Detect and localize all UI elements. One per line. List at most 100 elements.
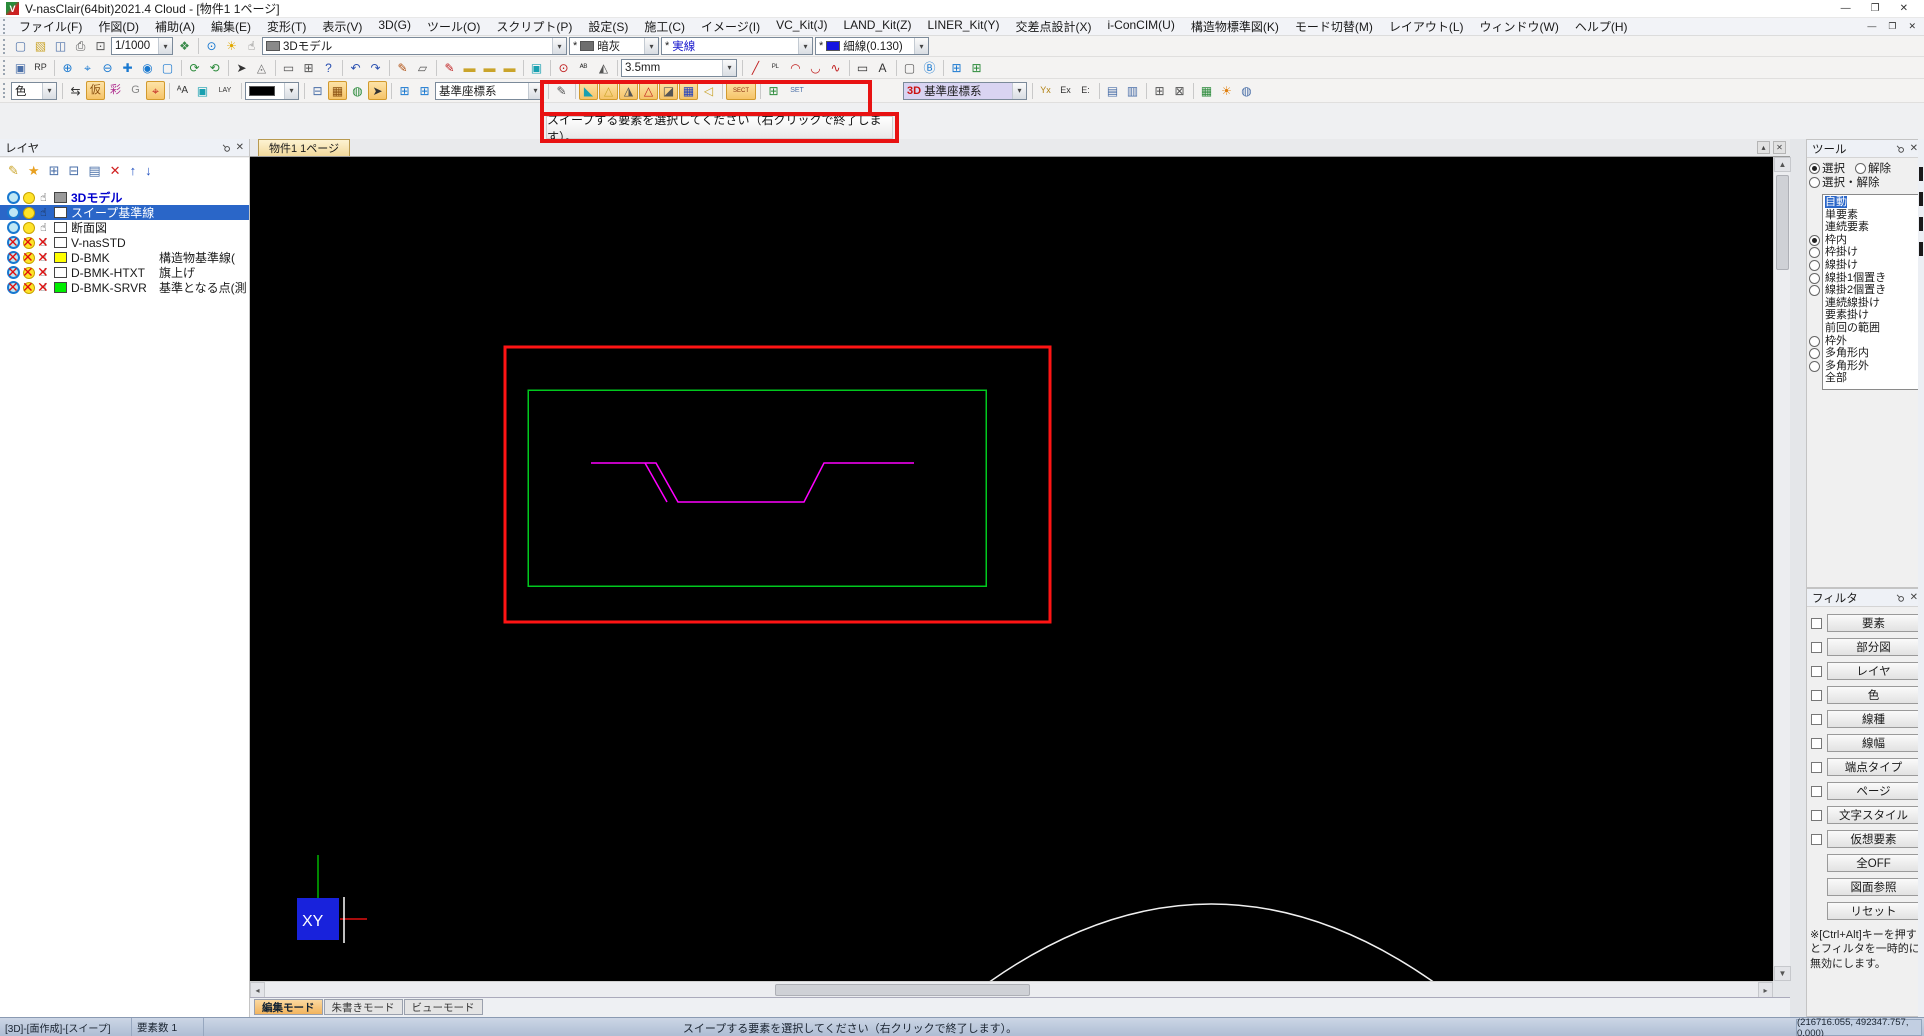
quick-color-combo[interactable]: 色 ▾ [11,81,57,100]
zoom-pan-icon[interactable]: ✚ [118,58,137,77]
search-element-icon[interactable]: ⊙ [554,58,573,77]
measure-length-icon[interactable]: ▬ [460,58,479,77]
light-mode-icon[interactable]: ☀ [1217,81,1236,100]
filter-checkbox-0[interactable] [1811,617,1822,629]
chevron-down-icon[interactable]: ▾ [42,82,56,99]
scroll-up-icon[interactable]: ▲ [1774,157,1791,172]
window-tile-icon[interactable]: ⊞ [395,81,414,100]
window-minus-icon[interactable]: ▭ [279,58,298,77]
mode-radio-3[interactable] [1809,234,1820,246]
tab-scroll-icon[interactable]: ▴ [1757,141,1770,154]
coordinate-system-combo[interactable]: 基準座標系 ▾ [435,81,543,100]
mode-radio-13[interactable] [1809,360,1820,372]
draw-arc-icon[interactable]: ◠ [786,58,805,77]
menu-item-tool[interactable]: ツール(O) [419,17,488,36]
rename-layer-icon[interactable]: ▤ [88,164,100,177]
layer-color-swatch[interactable] [54,237,67,248]
menu-item-layout[interactable]: レイアウト(L) [1381,17,1472,36]
menu-item-script[interactable]: スクリプト(P) [488,17,580,36]
mode-item-0[interactable]: 自動 [1823,196,1920,209]
menu-item-draw[interactable]: 作図(D) [90,17,147,36]
layer-row-v-nas-std[interactable]: ✕ ✕ ☝ ✕ V-nasSTD [0,235,249,250]
move-layer-up-icon[interactable]: ↑ [130,164,137,177]
pin-icon[interactable]: ⚲ [1893,591,1906,604]
window-new-icon[interactable]: ⊞ [415,81,434,100]
layer-color-swatch[interactable] [54,192,67,203]
mode-item-8[interactable]: 連続線掛け [1823,297,1920,310]
tool-option-2-icon[interactable]: ⊠ [1170,81,1189,100]
filter-checkbox-6[interactable] [1811,761,1822,773]
print-preview-icon[interactable]: ⊡ [91,37,110,56]
filter-button-1[interactable]: 部分図 [1827,638,1920,656]
measure-point-icon[interactable]: ✎ [440,58,459,77]
mode-item-11[interactable]: 枠外 [1823,335,1920,348]
window-plus-icon[interactable]: ⊞ [299,58,318,77]
gray-display-mode-icon[interactable]: G [126,81,145,100]
mode-item-7[interactable]: 線掛2個置き [1823,284,1920,297]
print-icon[interactable]: ⎙ [71,37,90,56]
mode-item-9[interactable]: 要素掛け [1823,309,1920,322]
measure-area-icon[interactable]: ▬ [480,58,499,77]
drawing-scale-combo[interactable]: 1/1000 ▾ [111,37,173,55]
axis-ez-icon[interactable]: E: [1076,81,1095,100]
move-layer-down-icon[interactable]: ↓ [145,164,152,177]
constraint-toggle-icon[interactable]: ⇆ [66,81,85,100]
visibility-icon[interactable] [6,221,21,235]
draw-text-icon[interactable]: A [873,58,892,77]
view-option-2-icon[interactable]: ▥ [1123,81,1142,100]
select-lock-icon[interactable]: ☝ ✕ [36,235,51,250]
menu-item-liner-kit[interactable]: LINER_Kit(Y) [919,17,1007,36]
drawing-canvas[interactable]: XY [250,157,1773,981]
layer-color-swatch[interactable] [54,252,67,263]
horizontal-scrollbar[interactable]: ◂ ▸ [250,981,1773,998]
mode-tab-view[interactable]: ビューモード [403,999,483,1015]
select-lock-icon[interactable]: ☝ [36,191,51,205]
mode-item-1[interactable]: 単要素 [1823,209,1920,222]
filter-checkbox-3[interactable] [1811,689,1822,701]
close-icon[interactable]: ✕ [236,142,244,153]
select-mode-radio-2[interactable] [1809,176,1820,188]
layer-row-d-bmk[interactable]: ✕ ✕ ☝ ✕ D-BMK 構造物基準線( [0,250,249,266]
text-height-combo[interactable]: 3.5mm ▾ [621,58,737,77]
filter-button-3[interactable]: 色 [1827,686,1920,704]
chevron-down-icon[interactable]: ▾ [798,38,812,54]
zoom-previous-icon[interactable]: ◉ [138,58,157,77]
filter-button-8[interactable]: 文字スタイル [1827,806,1920,824]
axis-yx-icon[interactable]: Yx [1036,81,1055,100]
visibility-icon[interactable]: ✕ [6,235,21,250]
mdi-restore-button[interactable]: ❐ [1888,21,1896,32]
select-lock-icon[interactable]: ☝ [36,206,51,220]
measure-angle-icon[interactable]: ▬ [500,58,519,77]
menu-item-vc-kit[interactable]: VC_Kit(J) [768,17,835,36]
filter-button-5[interactable]: 線幅 [1827,734,1920,752]
select-lock-icon[interactable]: ☝ [36,221,51,235]
zoom-in-icon[interactable]: ⊕ [58,58,77,77]
chevron-down-icon[interactable]: ▾ [528,82,542,99]
current-linetype-combo[interactable]: * 実線 ▾ [661,37,813,55]
mode-radio-5[interactable] [1809,260,1820,271]
filter-checkbox-2[interactable] [1811,665,1822,677]
calc-sheet-icon[interactable]: ▦ [1197,81,1216,100]
display-icon[interactable]: ✕ [21,280,36,295]
mdi-minimize-button[interactable]: — [1867,21,1876,32]
layer-row-d-bmk-htxt[interactable]: ✕ ✕ ☝ ✕ D-BMK-HTXT 旗上げ [0,265,249,281]
zoom-extents-icon[interactable]: ▢ [158,58,177,77]
chevron-down-icon[interactable]: ▾ [552,38,566,54]
scroll-down-icon[interactable]: ▼ [1774,966,1791,981]
visibility-icon[interactable]: ✕ [6,250,21,265]
menu-item-file[interactable]: ファイル(F) [11,17,90,36]
menu-item-mode-switch[interactable]: モード切替(M) [1287,17,1381,36]
cone-view-icon[interactable]: ◁ [699,81,718,100]
mode-radio-6[interactable] [1809,272,1820,284]
display-monitor-icon[interactable]: ▣ [527,58,546,77]
menu-item-transform[interactable]: 変形(T) [259,17,314,36]
menu-item-view[interactable]: 表示(V) [314,17,370,36]
new-document-icon[interactable]: ▢ [11,37,30,56]
mode-tab-edit[interactable]: 編集モード [254,999,323,1015]
display-icon[interactable]: ✕ [21,250,36,265]
layout-mode-icon[interactable]: LAY [213,81,237,100]
hand-select-icon[interactable]: ☝ [242,37,261,56]
mode-radio-7[interactable] [1809,285,1820,297]
visibility-icon[interactable] [6,206,21,220]
menu-item-i-concim[interactable]: i-ConCIM(U) [1099,17,1182,36]
